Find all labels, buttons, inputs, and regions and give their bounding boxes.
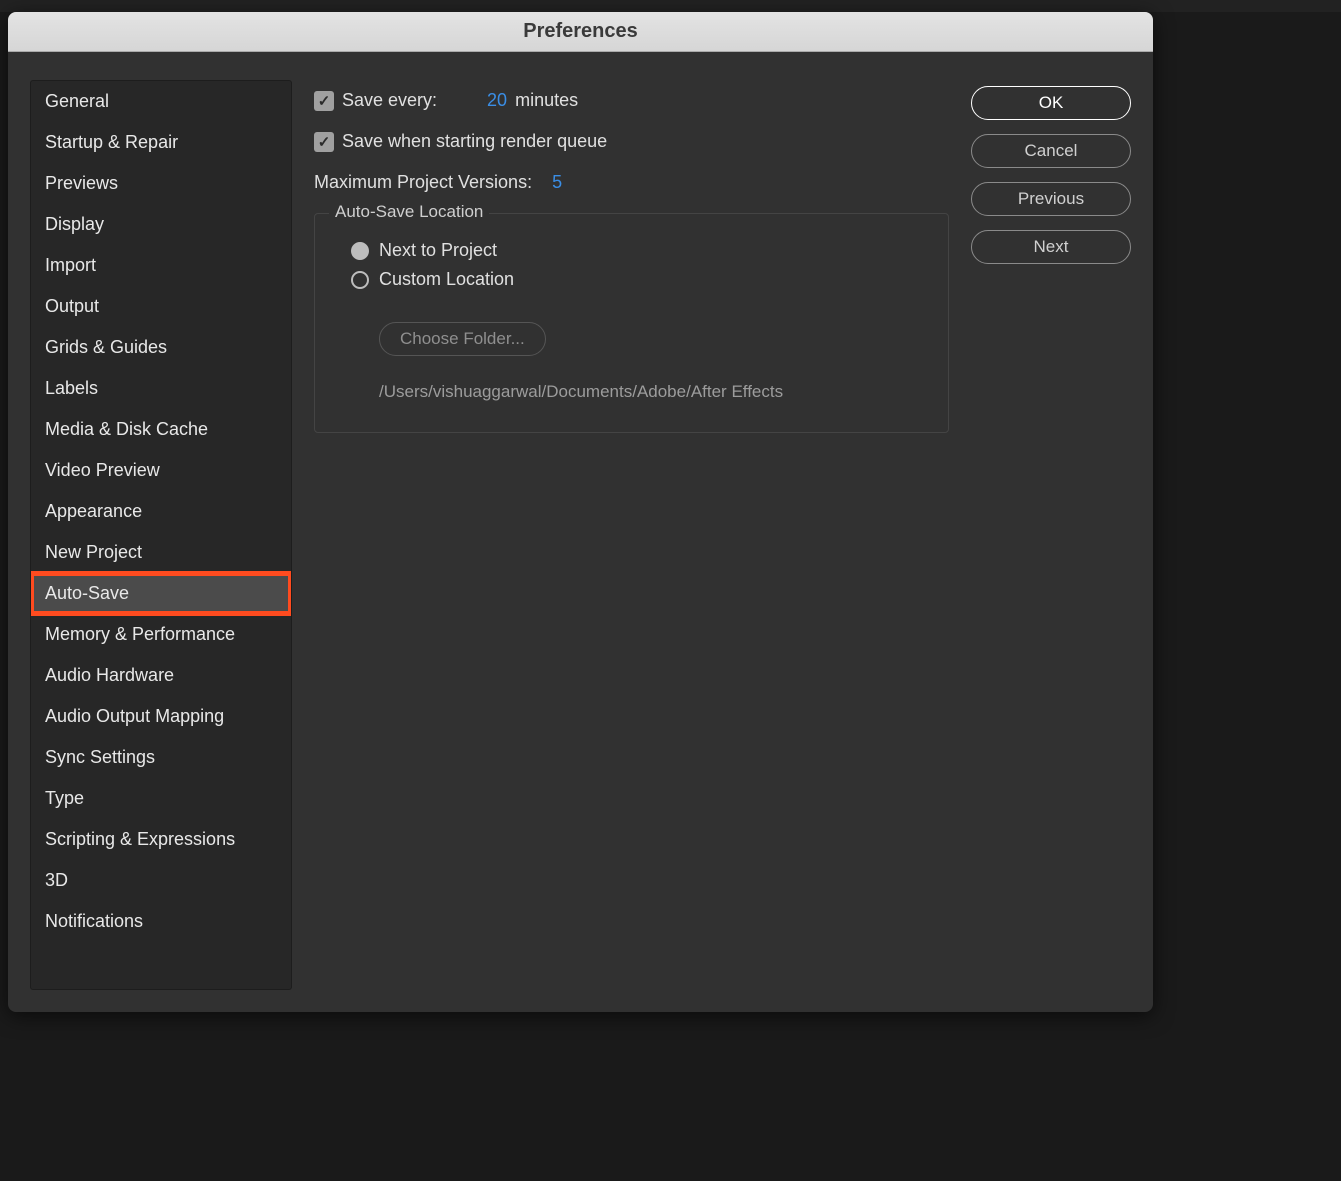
sidebar-item-3d[interactable]: 3D — [31, 860, 291, 901]
cancel-button[interactable]: Cancel — [971, 134, 1131, 168]
radio-next-to-project[interactable] — [351, 242, 369, 260]
sidebar-item-grids-guides[interactable]: Grids & Guides — [31, 327, 291, 368]
max-versions-value[interactable]: 5 — [552, 172, 562, 193]
sidebar-item-audio-hardware[interactable]: Audio Hardware — [31, 655, 291, 696]
sidebar-item-new-project[interactable]: New Project — [31, 532, 291, 573]
sidebar-item-sync-settings[interactable]: Sync Settings — [31, 737, 291, 778]
radio-next-to-project-label: Next to Project — [379, 240, 497, 261]
sidebar-item-auto-save[interactable]: Auto-Save — [31, 573, 291, 614]
sidebar-item-memory-performance[interactable]: Memory & Performance — [31, 614, 291, 655]
save-on-render-row: ✓ Save when starting render queue — [314, 131, 949, 152]
save-on-render-checkbox[interactable]: ✓ — [314, 132, 334, 152]
auto-save-location-legend: Auto-Save Location — [329, 202, 489, 222]
sidebar-item-appearance[interactable]: Appearance — [31, 491, 291, 532]
sidebar-item-media-disk-cache[interactable]: Media & Disk Cache — [31, 409, 291, 450]
save-every-checkbox[interactable]: ✓ — [314, 91, 334, 111]
save-on-render-label: Save when starting render queue — [342, 131, 607, 152]
auto-save-panel: ✓ Save every: 20 minutes ✓ Save when sta… — [314, 80, 949, 990]
next-button[interactable]: Next — [971, 230, 1131, 264]
radio-custom-location-row: Custom Location — [351, 269, 912, 290]
auto-save-location-fieldset: Auto-Save Location Next to Project Custo… — [314, 213, 949, 433]
sidebar-item-audio-output-mapping[interactable]: Audio Output Mapping — [31, 696, 291, 737]
max-versions-row: Maximum Project Versions: 5 — [314, 172, 949, 193]
save-every-label: Save every: — [342, 90, 437, 111]
dialog-buttons: OK Cancel Previous Next — [971, 80, 1131, 990]
radio-custom-location-label: Custom Location — [379, 269, 514, 290]
sidebar-item-scripting-expressions[interactable]: Scripting & Expressions — [31, 819, 291, 860]
background-toolbar — [0, 0, 1341, 12]
sidebar-item-notifications[interactable]: Notifications — [31, 901, 291, 942]
save-every-value[interactable]: 20 — [487, 90, 507, 111]
save-every-row: ✓ Save every: 20 minutes — [314, 90, 949, 111]
sidebar-item-labels[interactable]: Labels — [31, 368, 291, 409]
auto-save-folder-path: /Users/vishuaggarwal/Documents/Adobe/Aft… — [379, 382, 912, 402]
sidebar-item-type[interactable]: Type — [31, 778, 291, 819]
previous-button[interactable]: Previous — [971, 182, 1131, 216]
sidebar-item-video-preview[interactable]: Video Preview — [31, 450, 291, 491]
sidebar-item-startup-repair[interactable]: Startup & Repair — [31, 122, 291, 163]
radio-next-to-project-row: Next to Project — [351, 240, 912, 261]
ok-button[interactable]: OK — [971, 86, 1131, 120]
dialog-title: Preferences — [8, 12, 1153, 52]
dialog-body: GeneralStartup & RepairPreviewsDisplayIm… — [8, 52, 1153, 1012]
preferences-dialog: Preferences GeneralStartup & RepairPrevi… — [8, 12, 1153, 1012]
save-every-unit: minutes — [515, 90, 578, 111]
max-versions-label: Maximum Project Versions: — [314, 172, 532, 193]
sidebar-item-previews[interactable]: Previews — [31, 163, 291, 204]
sidebar-item-import[interactable]: Import — [31, 245, 291, 286]
sidebar-item-general[interactable]: General — [31, 81, 291, 122]
choose-folder-button[interactable]: Choose Folder... — [379, 322, 546, 356]
preferences-sidebar: GeneralStartup & RepairPreviewsDisplayIm… — [30, 80, 292, 990]
sidebar-item-display[interactable]: Display — [31, 204, 291, 245]
radio-custom-location[interactable] — [351, 271, 369, 289]
sidebar-item-output[interactable]: Output — [31, 286, 291, 327]
